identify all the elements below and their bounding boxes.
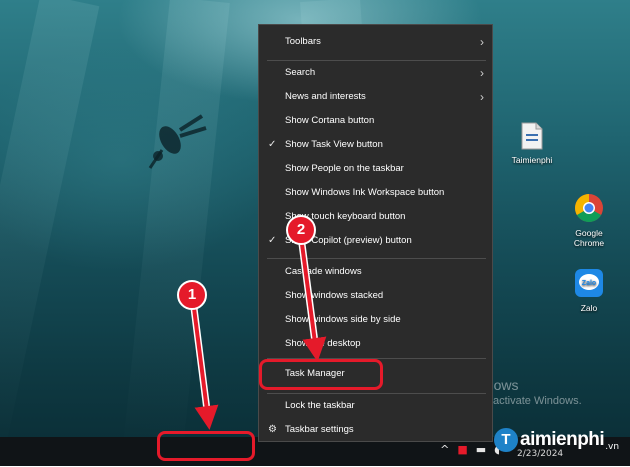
arrow-to-task-manager — [300, 243, 327, 362]
site-logo: T aimienphi .vn — [494, 425, 619, 455]
step-1-badge: 1 — [177, 280, 207, 310]
logo-text: aimienphi — [520, 429, 605, 450]
logo-mark: T — [494, 428, 518, 452]
logo-suffix: .vn — [605, 442, 620, 452]
step-2-badge: 2 — [286, 215, 316, 245]
arrow-to-taskbar — [192, 307, 219, 430]
